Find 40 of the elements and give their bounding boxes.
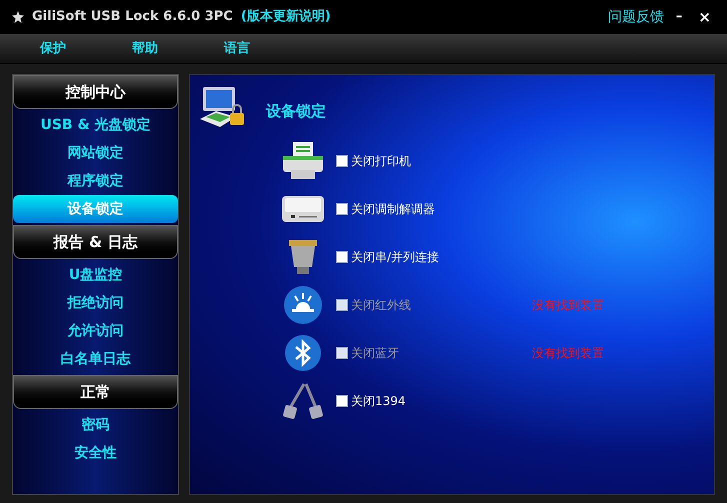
printer-icon xyxy=(281,141,325,181)
bluetooth-icon xyxy=(284,334,322,372)
sidebar-section-header: 正常 xyxy=(13,375,178,409)
infrared-icon xyxy=(283,285,323,325)
cable-icon xyxy=(282,382,324,420)
section-title: 设备锁定 xyxy=(266,100,326,122)
checkbox[interactable] xyxy=(336,155,348,167)
feedback-link[interactable]: 问题反馈 xyxy=(608,6,664,28)
checkbox-label: 关闭1394 xyxy=(351,393,406,410)
checkbox-label: 关闭串/并列连接 xyxy=(351,249,440,266)
checkbox[interactable] xyxy=(336,395,348,407)
checkbox-label: 关闭红外线 xyxy=(351,297,411,314)
sidebar-item[interactable]: 安全性 xyxy=(13,439,178,467)
minimize-button[interactable]: – xyxy=(672,7,686,27)
sidebar-item[interactable]: 密码 xyxy=(13,411,178,439)
sidebar-item[interactable]: 允许访问 xyxy=(13,317,178,345)
sidebar-item[interactable]: 白名单日志 xyxy=(13,345,178,373)
menu-item[interactable]: 保护 xyxy=(40,38,66,58)
sidebar-item[interactable]: 程序锁定 xyxy=(13,167,178,195)
sidebar-section-header: 控制中心 xyxy=(13,75,178,109)
checkbox[interactable] xyxy=(336,251,348,263)
window-title: GiliSoft USB Lock 6.6.0 3PC xyxy=(32,8,233,26)
version-notes-link[interactable]: (版本更新说明) xyxy=(240,7,331,27)
sidebar-item[interactable]: 拒绝访问 xyxy=(13,289,178,317)
sidebar-section-header: 报告 & 日志 xyxy=(13,225,178,259)
checkbox-label: 关闭蓝牙 xyxy=(351,345,399,362)
modem-icon xyxy=(281,194,325,224)
device-status: 没有找到装置 xyxy=(532,297,604,314)
sidebar-item[interactable]: 网站锁定 xyxy=(13,139,178,167)
serial-port-icon xyxy=(288,239,318,275)
checkbox-label: 关闭打印机 xyxy=(351,153,411,170)
menu-item[interactable]: 帮助 xyxy=(132,38,158,58)
sidebar-item[interactable]: U盘监控 xyxy=(13,261,178,289)
menu-item[interactable]: 语言 xyxy=(224,38,250,58)
close-button[interactable]: × xyxy=(694,6,715,28)
sidebar-item[interactable]: USB & 光盘锁定 xyxy=(13,111,178,139)
device-status: 没有找到装置 xyxy=(532,345,604,362)
checkbox-label: 关闭调制解调器 xyxy=(351,201,435,218)
checkbox[interactable] xyxy=(336,203,348,215)
star-icon xyxy=(12,11,24,23)
